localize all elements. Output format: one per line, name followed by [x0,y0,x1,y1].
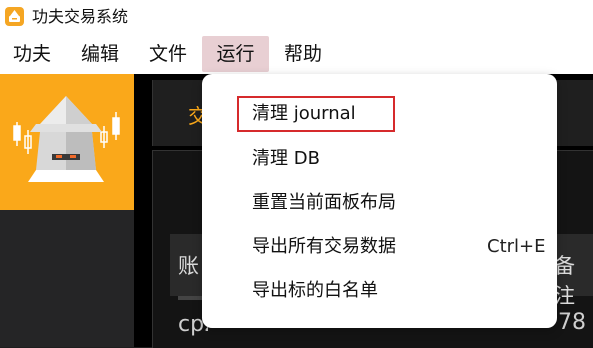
shortcut-ctrl-e: Ctrl+E [487,236,546,257]
menu-item-clear-db[interactable]: 清理 DB [252,144,320,174]
menu-edit[interactable]: 编辑 [72,36,128,72]
menu-kungfu[interactable]: 功夫 [4,36,60,72]
menu-item-export-trades-label: 导出所有交易数据 [252,236,396,257]
window-title: 功夫交易系统 [32,7,129,26]
column-header-remark[interactable]: 备注 [554,250,593,310]
sidebar [0,210,134,347]
kungfu-app-icon [5,7,24,26]
title-bar: 功夫交易系统 [0,0,593,34]
highlight-box [237,96,395,132]
kungfu-ninja-logo-icon [0,74,134,210]
menu-item-export-whitelist[interactable]: 导出标的白名单 [252,276,378,306]
menu-file[interactable]: 文件 [140,36,196,72]
table-cell-value: 78 [558,310,586,335]
menu-run[interactable]: 运行 [202,36,269,72]
column-header-account[interactable]: 账 [178,250,199,280]
menu-item-export-trades[interactable]: 导出所有交易数据 Ctrl+E [252,232,552,262]
menu-help[interactable]: 帮助 [275,36,331,72]
menu-bar: 功夫 编辑 文件 运行 帮助 [0,34,593,75]
menu-item-reset-layout[interactable]: 重置当前面板布局 [252,188,396,218]
